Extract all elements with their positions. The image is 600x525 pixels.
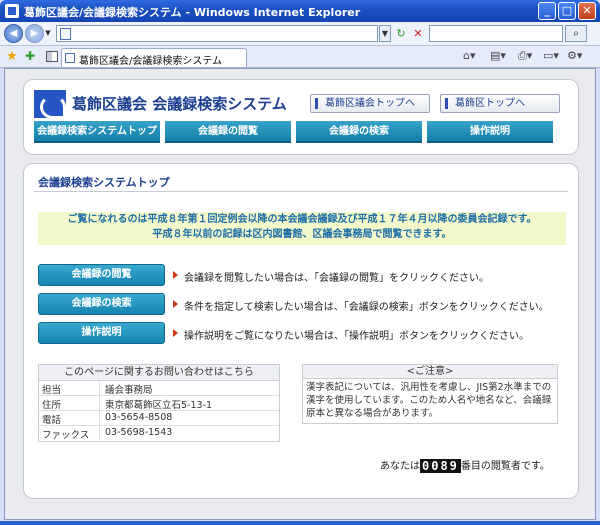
tools-gear-icon[interactable]: ⚙▾ <box>567 49 582 62</box>
address-dropdown-icon[interactable]: ▼ <box>379 25 391 42</box>
search-button[interactable]: 会議録の検索 <box>38 293 165 315</box>
notice-line: 平成８年以前の記録は区内図書館、区議会事務局で閲覧できます。 <box>152 229 452 240</box>
search-description: 条件を指定して検索したい場合は、「会議録の検索」ボタンをクリックください。 <box>184 302 549 313</box>
favorites-star-icon[interactable]: ★ <box>6 49 18 64</box>
help-description: 操作説明をご覧になりたい場合は、「操作説明」ボタンをクリックください。 <box>184 331 529 342</box>
browse-button[interactable]: 会議録の閲覧 <box>38 264 165 286</box>
nav-browse[interactable]: 会議録の閲覧 <box>165 121 291 143</box>
contact-table: このページに関するお問い合わせはこちら 担当 議会事務局 住所 東京都葛飾区立石… <box>38 364 280 442</box>
address-input[interactable] <box>56 25 378 42</box>
table-row: 電話 03-5654-8508 <box>39 411 279 426</box>
link-council-top[interactable]: 葛飾区議会トップへ <box>310 94 430 113</box>
visitor-counter: あなたは 0089 番目の閲覧者です。 <box>380 459 550 473</box>
site-title: 葛飾区議会 会議録検索システム <box>72 95 287 113</box>
nav-help[interactable]: 操作説明 <box>427 121 553 143</box>
page-icon <box>60 28 71 40</box>
section-divider <box>34 191 568 192</box>
search-icon[interactable]: ⌕ <box>565 25 587 42</box>
window-bottom-border <box>0 521 600 525</box>
link-marker-icon <box>445 98 448 109</box>
tab-label: 葛飾区議会/会議録検索システム <box>79 56 223 67</box>
forward-icon[interactable]: ▶ <box>25 24 44 43</box>
caution-box: <ご注意> 漢字表記については、汎用性を考慮し、JIS第2水準までの漢字を使用し… <box>302 364 558 424</box>
notice-line: ご覧になれるのは平成８年第１回定例会以降の本会議会議録及び平成１７年４月以降の委… <box>67 214 537 225</box>
table-row: 住所 東京都葛飾区立石5-13-1 <box>39 396 279 411</box>
arrow-right-icon <box>173 271 178 279</box>
section-title: 会議録検索システムトップ <box>38 176 170 189</box>
stop-icon[interactable]: ✕ <box>410 25 426 42</box>
nav-search[interactable]: 会議録の検索 <box>296 121 422 143</box>
table-row: 担当 議会事務局 <box>39 381 279 396</box>
counter-digits: 0089 <box>420 459 461 473</box>
tab-active[interactable]: 葛飾区議会/会議録検索システム <box>61 48 247 67</box>
caution-body: 漢字表記については、汎用性を考慮し、JIS第2水準までの漢字を使用しています。こ… <box>306 382 552 419</box>
site-header: 葛飾区議会 会議録検索システム 葛飾区議会トップへ 葛飾区トップへ 会議録検索シ… <box>23 79 579 155</box>
refresh-icon[interactable]: ↻ <box>393 25 409 42</box>
quick-tabs-icon[interactable] <box>46 51 58 62</box>
search-input[interactable] <box>429 25 563 42</box>
arrow-right-icon <box>173 300 178 308</box>
window-title: 葛飾区議会/会議録検索システム - Windows Internet Explo… <box>24 6 361 19</box>
feeds-icon[interactable]: ▤▾ <box>490 49 506 62</box>
nav-system-top[interactable]: 会議録検索システムトップ <box>34 121 160 143</box>
table-row: ファックス 03-5698-1543 <box>42 426 173 441</box>
caution-heading: <ご注意> <box>303 365 557 379</box>
tab-page-icon <box>65 53 75 63</box>
back-icon[interactable]: ◀ <box>4 24 23 43</box>
app-icon <box>5 4 19 18</box>
notice-banner: ご覧になれるのは平成８年第１回定例会以降の本会議会議録及び平成１７年４月以降の委… <box>38 212 566 245</box>
link-marker-icon <box>315 98 318 109</box>
katsushika-logo-icon <box>34 90 66 119</box>
tab-toolbar: ★ ✚ 葛飾区議会/会議録検索システム ⌂▾ ▤▾ ⎙▾ ▭▾ ⚙▾ <box>0 46 600 68</box>
add-favorite-icon[interactable]: ✚ <box>25 49 35 63</box>
page-viewport: 葛飾区議会 会議録検索システム 葛飾区議会トップへ 葛飾区トップへ 会議録検索シ… <box>4 68 596 520</box>
close-button[interactable]: ✕ <box>578 2 596 20</box>
window-titlebar[interactable]: 葛飾区議会/会議録検索システム - Windows Internet Explo… <box>0 0 600 22</box>
page-menu-icon[interactable]: ▭▾ <box>543 49 559 62</box>
link-ward-top[interactable]: 葛飾区トップへ <box>440 94 560 113</box>
arrow-right-icon <box>173 329 178 337</box>
browse-description: 会議録を閲覧したい場合は、「会議録の閲覧」をクリックください。 <box>184 273 489 284</box>
history-dropdown-icon[interactable]: ▼ <box>43 25 53 42</box>
print-icon[interactable]: ⎙▾ <box>518 49 532 63</box>
address-toolbar: ◀ ▶ ▼ ▼ ↻ ✕ ⌕ <box>0 22 600 46</box>
contact-heading: このページに関するお問い合わせはこちら <box>39 365 279 381</box>
home-icon[interactable]: ⌂▾ <box>463 49 476 62</box>
main-panel: 会議録検索システムトップ ご覧になれるのは平成８年第１回定例会以降の本会議会議録… <box>23 163 579 499</box>
maximize-button[interactable]: □ <box>558 2 576 20</box>
minimize-button[interactable]: _ <box>538 2 556 20</box>
help-button[interactable]: 操作説明 <box>38 322 165 344</box>
